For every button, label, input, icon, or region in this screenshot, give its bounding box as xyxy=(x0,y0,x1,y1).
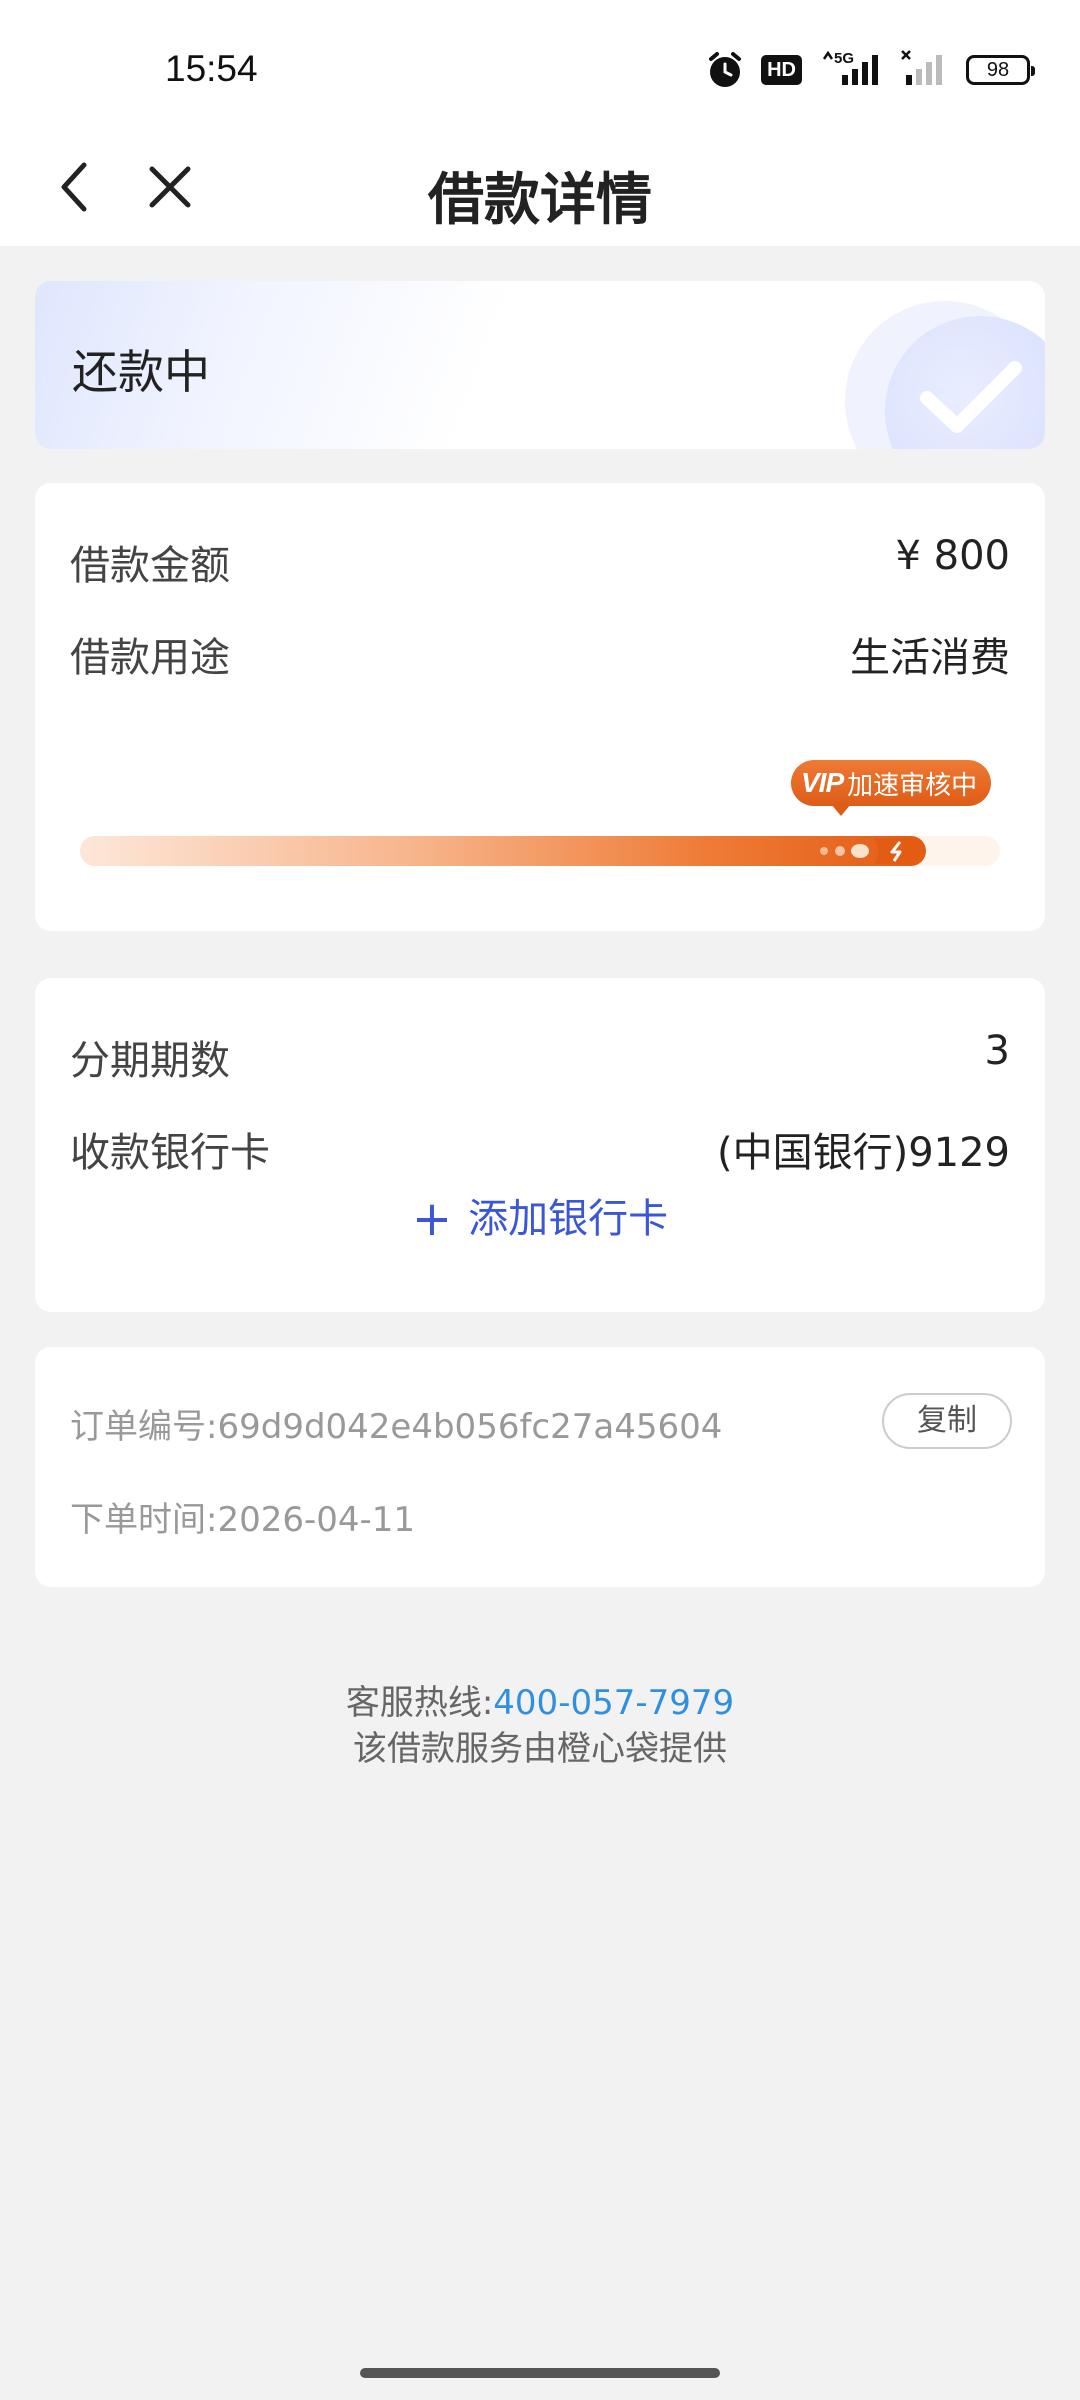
badge-pointer xyxy=(831,804,851,816)
installment-card: 分期期数 3 收款银行卡 (中国银行)9129 + 添加银行卡 xyxy=(35,978,1045,1312)
loan-info-card: 借款金额 ¥ 800 借款用途 生活消费 VIP 加速审核中 xyxy=(35,483,1045,931)
network-type-label: 5G xyxy=(834,50,854,67)
rocket-icon xyxy=(816,830,936,872)
bank-card-value[interactable]: (中国银行)9129 xyxy=(717,1120,1010,1178)
order-time-label: 下单时间: xyxy=(70,1500,218,1540)
vip-status-text: 加速审核中 xyxy=(847,770,978,801)
order-info-card: 订单编号:69d9d042e4b056fc27a45604 复制 下单时间:20… xyxy=(35,1347,1045,1587)
loan-purpose-label: 借款用途 xyxy=(70,635,230,681)
order-time-row: 下单时间:2026-04-11 xyxy=(70,1492,415,1541)
progress-fill xyxy=(80,836,926,866)
plus-icon: + xyxy=(411,1191,453,1247)
periods-value: 3 xyxy=(984,1028,1010,1074)
add-bank-card-button[interactable]: + 添加银行卡 xyxy=(35,1186,1045,1247)
nav-bar: 借款详情 xyxy=(0,130,1080,246)
status-time: 15:54 xyxy=(165,48,258,89)
periods-label: 分期期数 xyxy=(70,1038,230,1084)
gesture-navigation-bar[interactable] xyxy=(360,2368,720,2378)
footer: 客服热线:400-057-7979 该借款服务由橙心袋提供 xyxy=(0,1680,1080,1772)
vip-mark: VIP xyxy=(801,767,844,798)
hd-icon: HD xyxy=(761,55,802,85)
copy-button[interactable]: 复制 xyxy=(882,1393,1012,1449)
loan-status-card: 还款中 xyxy=(35,281,1045,449)
5g-signal-icon: 5G xyxy=(820,49,882,91)
loan-amount-label: 借款金额 xyxy=(70,543,230,589)
hotline-label: 客服热线: xyxy=(345,1683,494,1723)
alarm-icon xyxy=(707,51,743,89)
add-bank-card-label: 添加银行卡 xyxy=(468,1196,669,1242)
status-bar: 15:54 HD 5G 98 xyxy=(0,0,1080,130)
vip-review-badge: VIP 加速审核中 xyxy=(791,760,992,816)
battery-icon: 98 xyxy=(966,55,1035,85)
hotline-number-link[interactable]: 400-057-7979 xyxy=(493,1683,734,1723)
loan-purpose-value: 生活消费 xyxy=(850,635,1010,681)
order-number-row: 订单编号:69d9d042e4b056fc27a45604 xyxy=(70,1399,722,1448)
hotline-row: 客服热线:400-057-7979 xyxy=(0,1680,1080,1726)
order-number-value: 69d9d042e4b056fc27a45604 xyxy=(217,1407,723,1447)
review-progress-bar xyxy=(80,836,1000,866)
loan-status-text: 还款中 xyxy=(72,345,210,399)
signal-icon xyxy=(900,49,948,91)
bank-card-label: 收款银行卡 xyxy=(70,1130,270,1176)
order-time-value: 2026-04-11 xyxy=(217,1500,416,1540)
provider-text: 该借款服务由橙心袋提供 xyxy=(353,1729,727,1769)
status-icons: HD 5G 98 xyxy=(707,49,1035,91)
page-title: 借款详情 xyxy=(428,168,652,233)
order-number-label: 订单编号: xyxy=(70,1407,218,1447)
loan-amount-value: ¥ 800 xyxy=(895,533,1010,579)
